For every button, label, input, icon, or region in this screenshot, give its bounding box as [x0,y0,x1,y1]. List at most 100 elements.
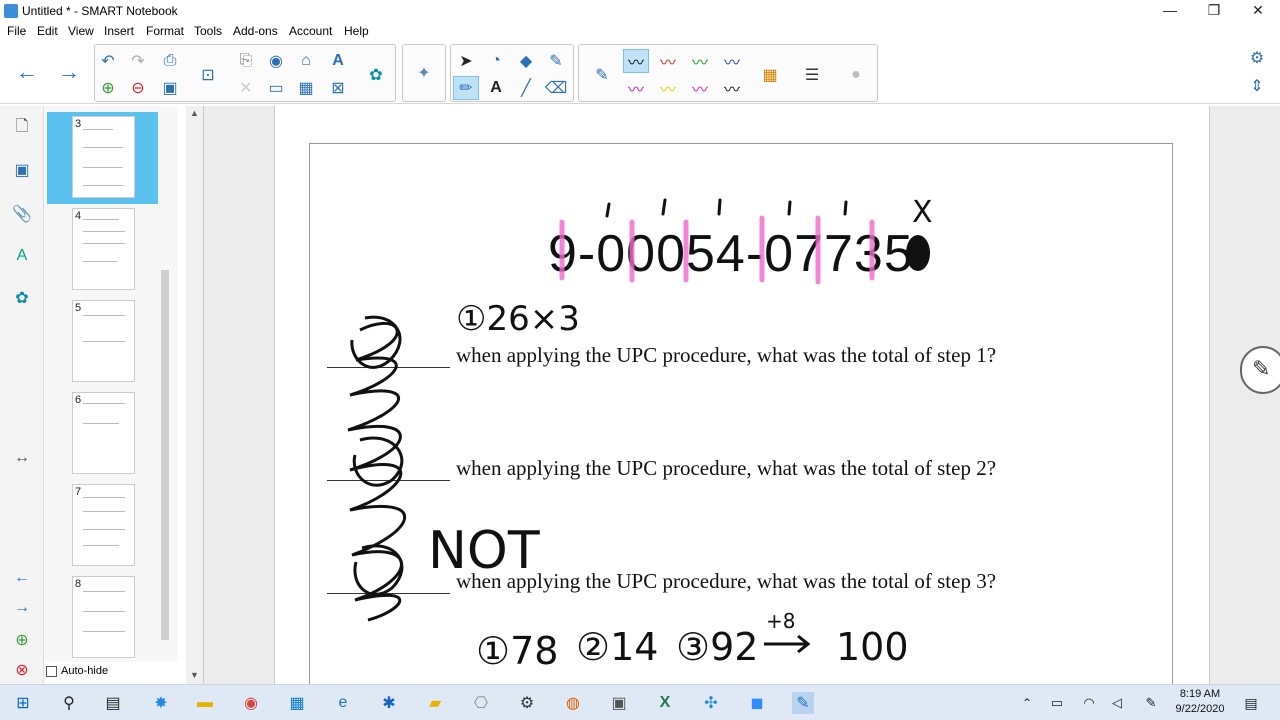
document-camera-icon[interactable]: ⌂ [293,49,319,73]
sorter-prev-icon[interactable]: ← [10,566,34,590]
zoom-icon[interactable]: ◼ [746,692,768,714]
menu-tools[interactable]: Tools [194,24,222,38]
bluetooth-icon[interactable]: ✱ [378,692,400,714]
sorter-add-page-icon[interactable]: ⊕ [10,628,34,652]
pen-black-dashed-icon[interactable]: 〰 [719,76,745,100]
autohide-checkbox[interactable] [46,665,57,677]
app-icon[interactable]: ✸ [150,692,172,714]
text-tool-icon[interactable]: A [483,76,509,100]
canvas-scrollbar[interactable]: ▲ ▼ [186,106,204,684]
delete-icon[interactable]: ✕ [233,76,259,100]
pen-black-icon[interactable]: 〰 [623,49,649,73]
puzzle-icon[interactable]: ✦ [411,61,437,85]
pen-pink-dashed-icon[interactable]: 〰 [687,76,713,100]
previous-page-button[interactable]: ← [14,59,40,84]
open-file-icon[interactable]: ⎙ [157,49,183,73]
undo-icon[interactable]: ↶ [95,49,121,73]
menu-edit[interactable]: Edit [37,24,58,38]
task-view-icon[interactable]: ▤ [102,692,124,714]
store-icon[interactable]: ▦ [286,692,308,714]
line-width-icon[interactable]: ☰ [799,63,825,87]
settings-gear-icon[interactable]: ⚙ [1244,46,1270,70]
page-thumb[interactable]: 3 [72,116,135,198]
pen-workspace-icon[interactable]: ✎ [1140,692,1162,714]
floating-pen-tool[interactable]: ✎ [1240,346,1280,394]
page-thumb[interactable]: 5 [72,300,135,382]
attachments-tab-icon[interactable]: 📎 [10,202,34,226]
sorter-next-icon[interactable]: → [10,596,34,620]
internet-explorer-icon[interactable]: e [332,692,354,714]
settings-icon[interactable]: ⚙ [516,692,538,714]
wifi-icon[interactable]: ◠ [1078,692,1100,714]
properties-tab-icon[interactable]: A [10,244,34,268]
battery-icon[interactable]: ▭ [1046,692,1068,714]
sticky-notes-icon[interactable]: ▰ [424,692,446,714]
menu-file[interactable]: File [7,24,26,38]
menu-account[interactable]: Account [289,24,332,38]
page-sorter-tab-icon[interactable]: 🗋 [10,116,34,140]
redo-icon[interactable]: ↷ [125,49,151,73]
eraser-icon[interactable]: ⌫ [543,76,569,100]
volume-icon[interactable]: ◁ [1106,692,1128,714]
maximize-button[interactable]: ❐ [1192,0,1236,22]
resize-panel-icon[interactable]: ↔ [10,446,34,470]
line-tool-icon[interactable]: ╱ [513,76,539,100]
sorter-scrollbar[interactable] [158,110,172,658]
shapes-icon[interactable]: ◔ [483,49,509,73]
add-page-icon[interactable]: ⊕ [95,76,121,100]
show-hidden-icons[interactable]: ⌃ [1016,692,1038,714]
next-page-button[interactable]: → [56,59,82,84]
start-windows-icon[interactable]: ⊞ [12,692,34,714]
screen-capture-icon[interactable]: ◉ [263,49,289,73]
scroll-down-icon[interactable]: ▼ [190,670,199,680]
save-icon[interactable]: ▣ [157,76,183,100]
menu-format[interactable]: Format [146,24,184,38]
page-thumb[interactable]: 6 [72,392,135,474]
pen-magenta-icon[interactable]: 〰 [623,76,649,100]
color-palette-icon[interactable]: ▦ [757,63,783,87]
menu-add-ons[interactable]: Add-ons [233,24,278,38]
excel-icon[interactable]: X [654,692,676,714]
add-ons-tab-icon[interactable]: ✿ [10,286,34,310]
move-toolbar-icon[interactable]: ⇕ [1244,74,1270,98]
add-ons-icon[interactable]: ✿ [363,63,389,87]
screen-shade-icon[interactable]: ▭ [263,76,289,100]
page-thumb[interactable]: 7 [72,484,135,566]
gallery-tab-icon[interactable]: ▣ [10,158,34,182]
search-icon[interactable]: ⚲ [58,692,80,714]
menu-insert[interactable]: Insert [104,24,134,38]
smart-notebook-taskbar-icon[interactable]: ✎ [792,692,814,714]
sorter-delete-page-icon[interactable]: ⊗ [10,658,34,682]
close-button[interactable]: ✕ [1236,0,1280,22]
system-clock[interactable]: 8:19 AM 9/22/2020 [1170,687,1230,717]
insert-table-icon[interactable]: ▦ [293,76,319,100]
file-explorer-icon[interactable]: ▬ [194,692,216,714]
sorter-scroll-thumb[interactable] [161,270,169,640]
autohide-toggle[interactable]: Auto-hide [44,662,194,680]
firefox-icon[interactable]: ◍ [562,692,584,714]
text-format-icon[interactable]: A [325,49,351,73]
pen-green-icon[interactable]: 〰 [687,49,713,73]
delete-page-icon[interactable]: ⊖ [125,76,151,100]
pen-type-icon[interactable]: ✎ [589,63,615,87]
full-screen-icon[interactable]: ⊠ [325,76,351,100]
chrome-icon[interactable]: ◉ [240,692,262,714]
pens-tool-icon[interactable]: ✏ [453,76,479,100]
pen-yellow-icon[interactable]: 〰 [655,76,681,100]
app-icon[interactable]: ⎔ [470,692,492,714]
page-thumb[interactable]: 8 [72,576,135,658]
scroll-up-icon[interactable]: ▲ [190,108,199,118]
menu-help[interactable]: Help [344,24,369,38]
paste-icon[interactable]: ⎘ [233,49,259,73]
magic-pen-icon[interactable]: ✎ [543,49,569,73]
notifications-icon[interactable]: ▤ [1240,692,1262,714]
app-icon[interactable]: ▣ [608,692,630,714]
pen-blue-icon[interactable]: 〰 [719,49,745,73]
transparency-icon[interactable]: ● [843,63,869,87]
fill-icon[interactable]: ◆ [513,49,539,73]
menu-view[interactable]: View [68,24,94,38]
zoom-screen-icon[interactable]: ⊡ [195,63,221,87]
minimize-button[interactable]: — [1148,0,1192,22]
app-icon[interactable]: ✣ [700,692,722,714]
page-thumb[interactable]: 4 [72,208,135,290]
